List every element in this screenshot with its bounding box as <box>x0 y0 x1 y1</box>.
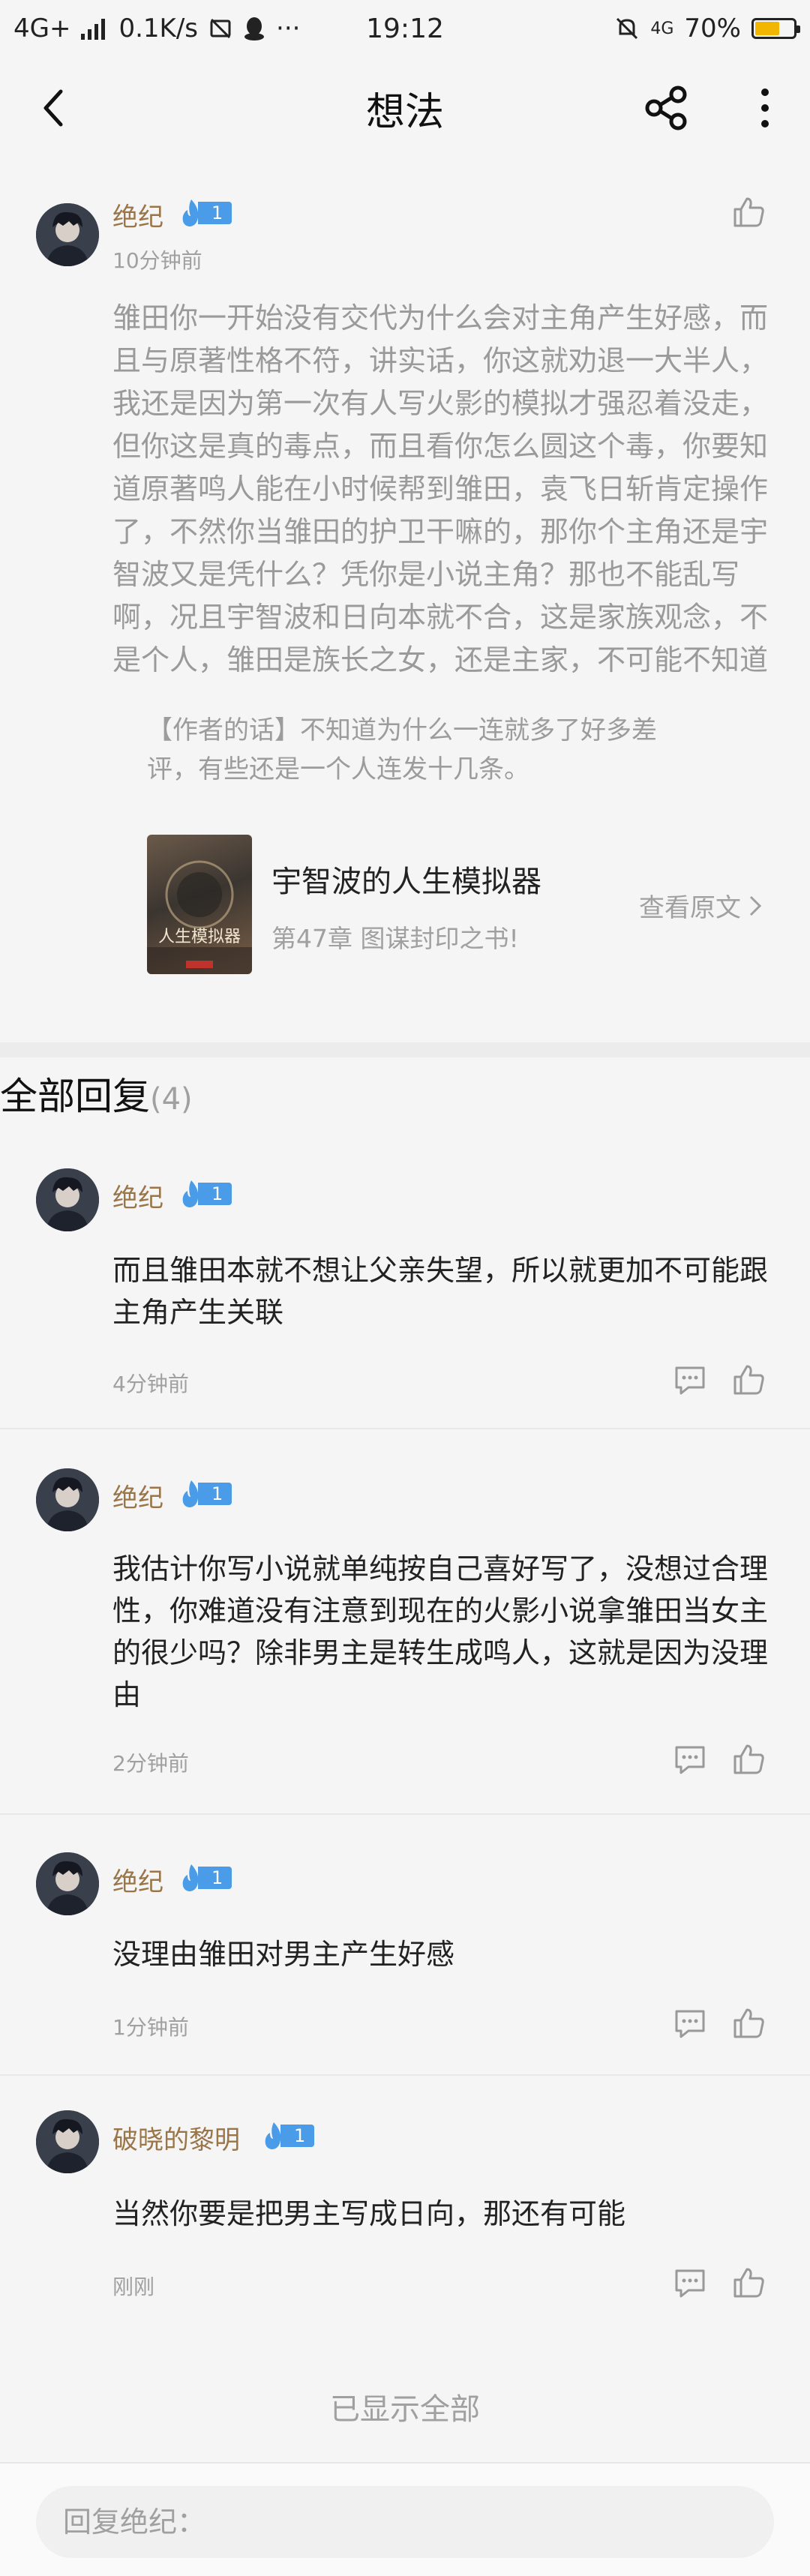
avatar-image-icon <box>36 1168 99 1231</box>
level-badge: 1 <box>178 199 232 226</box>
book-cover: 人生模拟器 <box>147 835 252 974</box>
comment-icon[interactable] <box>672 1741 708 1777</box>
level-badge: 1 <box>178 1180 232 1207</box>
reply-input[interactable]: 回复绝纪： <box>36 2486 774 2558</box>
back-arrow-icon <box>44 89 63 127</box>
like-icon[interactable] <box>730 194 766 230</box>
reply-item: 绝纪 1 而且雏田本就不想让父亲失望，所以就更加不可能跟主角产生关联 4分钟前 <box>0 1138 810 1429</box>
replies-title: 全部回复 <box>0 1075 150 1118</box>
battery-percent: 70% <box>684 13 741 43</box>
avatar-image-icon <box>36 1468 99 1531</box>
signal-icon <box>81 19 106 40</box>
book-card[interactable]: 人生模拟器 宇智波的人生模拟器 第47章 图谋封印之书! 查看原文 <box>147 835 762 974</box>
avatar[interactable] <box>36 203 99 266</box>
dot-icon <box>761 120 769 127</box>
replies-header: 全部回复(4) <box>0 1066 193 1120</box>
mute-icon <box>616 17 638 40</box>
reply-author[interactable]: 绝纪 <box>112 1861 164 1898</box>
level-badge: 1 <box>178 1864 232 1891</box>
like-icon[interactable] <box>730 2005 766 2041</box>
reply-text: 我估计你写小说就单纯按自己喜好写了，没想过合理性，你难道没有注意到现在的火影小说… <box>112 1552 769 1711</box>
post-text: 雏田你一开始没有交代为什么会对主角产生好感，而且与原著性格不符，讲实话，你这就劝… <box>112 301 769 676</box>
book-cover-image-icon <box>147 860 252 974</box>
bottom-reply-bar: 回复绝纪： <box>0 2462 810 2576</box>
flame-icon <box>182 1180 199 1207</box>
book-title: 宇智波的人生模拟器 <box>272 865 542 899</box>
top-nav: 想法 <box>0 57 810 159</box>
reply-text: 而且雏田本就不想让父亲失望，所以就更加不可能跟主角产生关联 <box>112 1254 769 1329</box>
dot-icon <box>761 88 769 96</box>
reply-item: 绝纪 1 没理由雏田对男主产生好感 1分钟前 <box>0 1815 810 2076</box>
network-label: 4G+ <box>14 13 71 43</box>
comment-icon[interactable] <box>672 2265 708 2301</box>
like-icon[interactable] <box>730 1741 766 1777</box>
section-divider <box>0 1042 810 1057</box>
book-chapter: 第47章 图谋封印之书! <box>272 924 519 953</box>
post-time: 10分钟前 <box>112 248 202 273</box>
dot-icon <box>761 104 769 112</box>
network-right-label: 4G <box>650 19 674 38</box>
book-cover-title: 人生模拟器 <box>158 928 241 946</box>
back-button[interactable] <box>32 87 74 129</box>
page-title: 想法 <box>365 89 444 135</box>
flame-icon <box>182 1864 199 1891</box>
avatar-image-icon <box>36 203 99 266</box>
reply-author[interactable]: 破晓的黎明 <box>112 2119 240 2156</box>
level-badge: 1 <box>178 1480 232 1507</box>
more-status-icon: ··· <box>276 13 301 43</box>
flame-icon <box>182 199 199 226</box>
replies-count: (4) <box>150 1082 193 1117</box>
reply-item: 破晓的黎明 1 当然你要是把男主写成日向，那还有可能 刚刚 <box>0 2076 810 2335</box>
reply-author[interactable]: 绝纪 <box>112 1477 164 1514</box>
battery-icon <box>752 18 800 39</box>
status-bar: 4G+ 0.1K/s ··· 19:12 4G 70% <box>0 0 810 57</box>
share-icon <box>645 85 687 130</box>
share-button[interactable] <box>642 84 690 132</box>
reply-text: 没理由雏田对男主产生好感 <box>112 1938 455 1971</box>
reply-item: 绝纪 1 我估计你写小说就单纯按自己喜好写了，没想过合理性，你难道没有注意到现在… <box>0 1429 810 1815</box>
no-image-icon <box>210 18 231 39</box>
reply-time: 1分钟前 <box>112 2015 189 2040</box>
flame-icon <box>182 1480 199 1507</box>
level-badge: 1 <box>261 2122 315 2149</box>
chevron-right-icon <box>749 895 762 916</box>
more-menu-button[interactable] <box>747 84 783 132</box>
avatar-image-icon <box>36 2110 99 2173</box>
view-original-link[interactable]: 查看原文 <box>639 887 762 924</box>
reply-text: 当然你要是把男主写成日向，那还有可能 <box>112 2197 626 2230</box>
comment-icon[interactable] <box>672 2005 708 2041</box>
comment-icon[interactable] <box>672 1362 708 1398</box>
reply-author[interactable]: 绝纪 <box>112 1177 164 1214</box>
post-author[interactable]: 绝纪 <box>112 196 164 233</box>
avatar[interactable] <box>36 1468 99 1531</box>
author-note: 【作者的话】不知道为什么一连就多了好多差评，有些还是一个人连发十几条。 <box>147 715 657 784</box>
like-icon[interactable] <box>730 2265 766 2301</box>
show-all-label: 已显示全部 <box>330 2392 480 2427</box>
network-speed: 0.1K/s <box>118 13 199 43</box>
like-icon[interactable] <box>730 1362 766 1398</box>
reply-time: 刚刚 <box>112 2275 155 2299</box>
status-left: 4G+ 0.1K/s ··· <box>14 13 300 43</box>
avatar[interactable] <box>36 1852 99 1915</box>
avatar[interactable] <box>36 2110 99 2173</box>
avatar[interactable] <box>36 1168 99 1231</box>
reply-time: 4分钟前 <box>112 1372 189 1396</box>
avatar-image-icon <box>36 1852 99 1915</box>
view-original-label: 查看原文 <box>639 893 741 923</box>
reply-time: 2分钟前 <box>112 1751 189 1776</box>
status-right: 4G 70% <box>614 13 800 43</box>
flame-icon <box>265 2122 281 2149</box>
qq-icon <box>244 17 265 40</box>
